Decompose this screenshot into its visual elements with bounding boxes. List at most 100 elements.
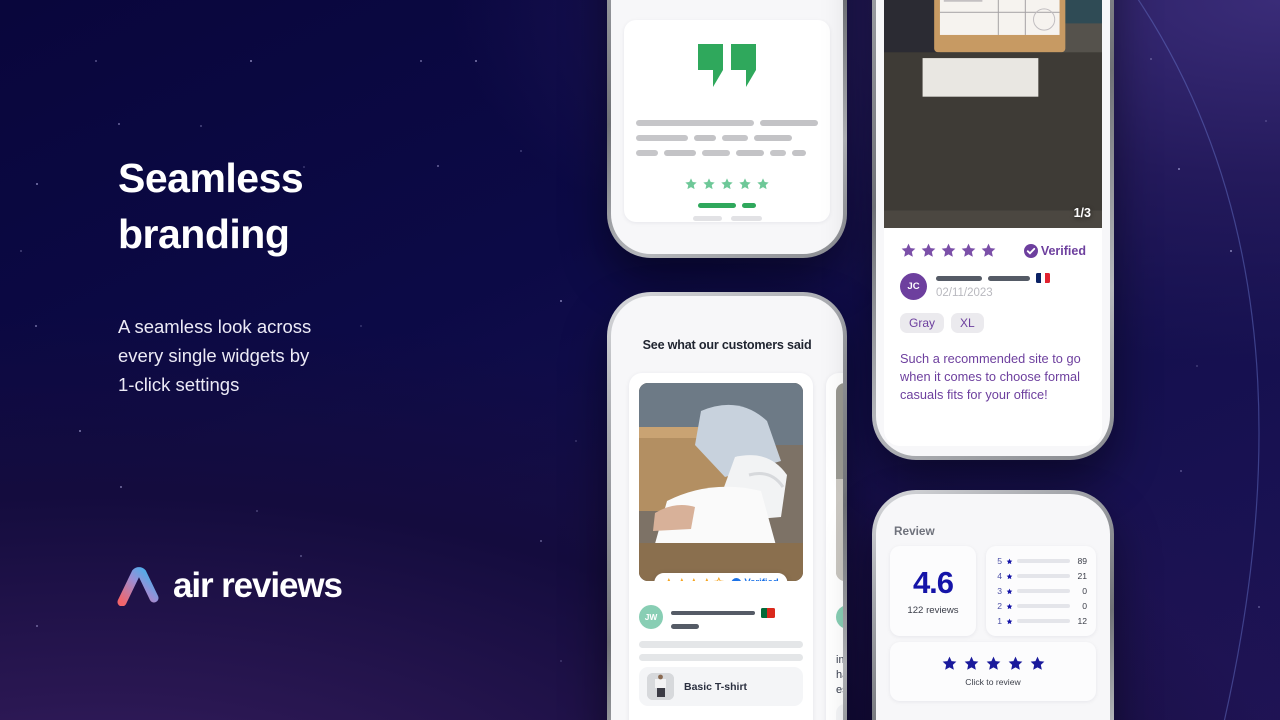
star-icon [663, 577, 674, 581]
review-card[interactable]: J im ha es [826, 373, 843, 720]
phone-mockup-carousel-widget: See what our customers said JW Basic T-s… [607, 292, 847, 720]
air-reviews-a-mark-icon [116, 566, 160, 606]
star-icon [920, 242, 937, 259]
click-to-review-cta[interactable]: Click to review [890, 642, 1096, 701]
product-chip[interactable] [836, 704, 843, 720]
review-text-line-1: Such a recommended site to go [900, 351, 1081, 366]
box-cutting-photo-illustration [884, 0, 1102, 211]
star-icon [1006, 618, 1013, 625]
distribution-track [1017, 574, 1070, 578]
subhead-line-2: every single widgets by [118, 345, 309, 366]
review-body-text: Such a recommended site to go when it co… [900, 350, 1086, 404]
star-rating [663, 577, 724, 581]
review-photo[interactable] [836, 383, 843, 581]
image-counter: 1/3 [1074, 206, 1091, 220]
avatar: J [836, 605, 843, 629]
star-icon [960, 242, 977, 259]
distribution-track [1017, 604, 1070, 608]
phone-mockup-placeholder-widget [607, 0, 847, 258]
average-score-value: 4.6 [913, 567, 953, 598]
rating-distribution-chart: 5 89 4 21 3 0 2 0 1 12 [986, 546, 1096, 636]
distribution-row: 30 [995, 586, 1087, 596]
review-photo[interactable]: 1/3 [884, 0, 1102, 228]
verified-badge: Verified [1024, 244, 1086, 258]
star-icon [1007, 655, 1024, 672]
star-icon [1006, 588, 1013, 595]
placeholder-meta-bar [693, 216, 762, 221]
star-icon [940, 242, 957, 259]
headline-line-1: Seamless [118, 155, 303, 201]
phone-mockup-summary-widget: Review 4.6 122 reviews 5 89 4 21 3 0 2 0 1 12 Cli… [872, 490, 1114, 720]
review-text-line-2: when it comes to choose formal [900, 369, 1080, 384]
tshirt-product-art [647, 673, 674, 700]
headline-line-2: branding [118, 211, 289, 257]
star-icon [985, 655, 1002, 672]
star-icon [1029, 655, 1046, 672]
placeholder-text-lines [636, 120, 818, 165]
distribution-count: 0 [1074, 586, 1087, 596]
variant-tags: Gray XL [900, 313, 1086, 333]
star-icon [688, 577, 699, 581]
star-icon [713, 577, 724, 581]
star-icon [1006, 573, 1013, 580]
star-icon [1006, 558, 1013, 565]
page-title: Seamless branding [118, 150, 538, 262]
testimonial-placeholder-card [624, 20, 830, 222]
portugal-flag-icon [761, 608, 775, 618]
rating-badge: Verified [654, 573, 787, 581]
verified-label: Verified [1041, 244, 1086, 258]
review-card[interactable]: Verified JW [629, 373, 813, 720]
distribution-star-label: 2 [995, 601, 1002, 611]
star-icon [720, 177, 734, 191]
reviewer-meta: J [836, 605, 843, 629]
distribution-track [1017, 589, 1070, 593]
verified-label: Verified [744, 577, 778, 581]
hero-subhead: A seamless look across every single widg… [118, 312, 538, 399]
subhead-line-1: A seamless look across [118, 316, 311, 337]
product-thumbnail [647, 673, 674, 700]
distribution-star-label: 5 [995, 556, 1002, 566]
variant-tag-size: XL [951, 313, 984, 333]
distribution-count: 12 [1074, 616, 1087, 626]
product-chip[interactable]: Basic T-shirt [639, 667, 803, 706]
star-icon [963, 655, 980, 672]
average-score-card: 4.6 122 reviews [890, 546, 976, 636]
distribution-star-label: 1 [995, 616, 1002, 626]
verified-check-icon [731, 578, 741, 582]
review-text-line-3: casuals fits for your office! [900, 387, 1048, 402]
france-flag-icon [1036, 273, 1050, 283]
body-fragment-1: im [836, 654, 843, 666]
unboxing-photo-illustration [639, 383, 803, 581]
star-icon [756, 177, 770, 191]
cta-label: Click to review [965, 677, 1020, 687]
star-icon [1006, 603, 1013, 610]
star-icon [900, 242, 917, 259]
hero-copy: Seamless branding A seamless look across… [118, 150, 538, 399]
distribution-star-label: 3 [995, 586, 1002, 596]
carousel-track[interactable]: Verified JW [629, 373, 843, 720]
quote-marks-icon [696, 42, 758, 89]
subhead-line-3: 1-click settings [118, 374, 239, 395]
review-photo[interactable]: Verified [639, 383, 803, 581]
star-rating [900, 242, 997, 259]
variant-tag-color: Gray [900, 313, 944, 333]
distribution-track [1017, 619, 1070, 623]
product-name: Basic T-shirt [684, 681, 747, 693]
verified-badge: Verified [731, 577, 778, 581]
distribution-count: 21 [1074, 571, 1087, 581]
review-detail-body: Verified JC 02/11/2023 Gray XL Such a re… [884, 228, 1102, 446]
reviews-count-label: 122 reviews [907, 605, 958, 616]
garment-photo-illustration [836, 383, 843, 581]
distribution-star-label: 4 [995, 571, 1002, 581]
placeholder-star-rating [684, 177, 770, 191]
star-icon [941, 655, 958, 672]
placeholder-name-bar [698, 203, 756, 208]
body-fragment-2: ha [836, 669, 843, 681]
reviewer-meta: JC 02/11/2023 [900, 273, 1086, 300]
brand-logo-text: air reviews [173, 566, 342, 606]
avatar: JW [639, 605, 663, 629]
cta-star-rating[interactable] [890, 655, 1096, 672]
star-icon [684, 177, 698, 191]
verified-check-icon [1024, 244, 1038, 258]
brand-logo: air reviews [116, 566, 342, 606]
